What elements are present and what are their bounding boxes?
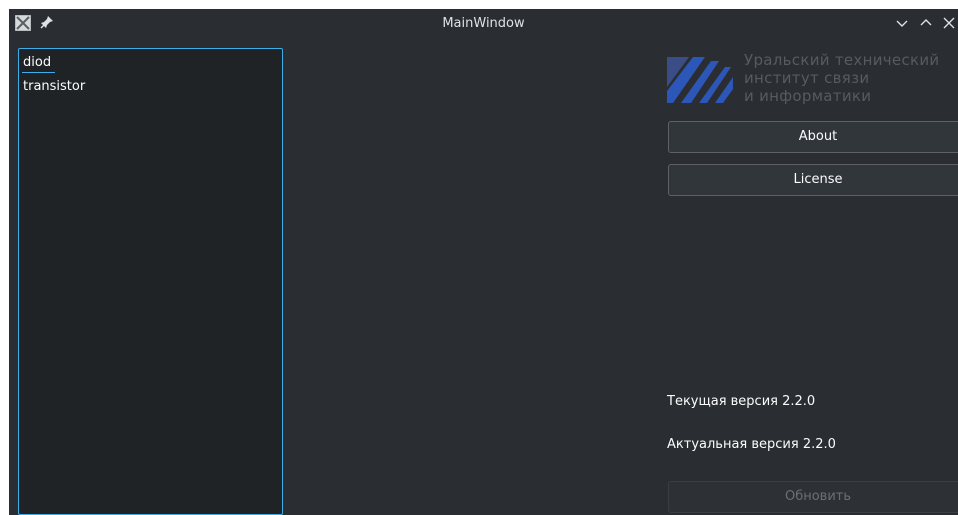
maximize-icon[interactable] <box>919 16 933 30</box>
component-list[interactable]: diod transistor <box>18 48 283 515</box>
logo-line: и информатики <box>744 87 872 105</box>
license-button[interactable]: License <box>668 164 958 196</box>
logo-line: Уральский технический <box>744 51 940 69</box>
institute-logo: Уральский технический институт связи и и… <box>667 47 958 119</box>
logo-text: Уральский технический институт связи и и… <box>744 51 939 105</box>
app-icon[interactable] <box>15 15 31 31</box>
title-bar: MainWindow <box>9 9 958 38</box>
logo-stripes-icon <box>667 57 733 103</box>
minimize-icon[interactable] <box>895 16 909 30</box>
list-item[interactable]: diod <box>22 53 56 73</box>
logo-line: институт связи <box>744 69 870 87</box>
list-item[interactable]: transistor <box>22 77 85 97</box>
close-icon[interactable] <box>942 16 956 30</box>
pin-icon[interactable] <box>40 15 54 29</box>
current-version-label: Текущая версия 2.2.0 <box>667 394 816 409</box>
about-button[interactable]: About <box>668 121 958 153</box>
main-window: MainWindow diod transistor Уральский тех… <box>9 9 958 515</box>
latest-version-label: Актуальная версия 2.2.0 <box>667 437 836 452</box>
update-button[interactable]: Обновить <box>668 481 958 513</box>
window-title: MainWindow <box>442 16 525 31</box>
